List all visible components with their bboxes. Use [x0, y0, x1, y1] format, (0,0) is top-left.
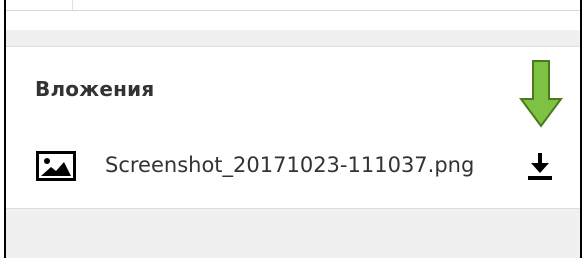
attachment-file-name[interactable]: Screenshot_20171023-111037.png	[105, 153, 474, 177]
bottom-band	[6, 208, 580, 258]
attachment-row[interactable]: Screenshot_20171023-111037.png	[6, 142, 580, 186]
section-separator	[6, 30, 580, 47]
image-icon	[36, 151, 76, 181]
top-strip	[6, 0, 580, 11]
attachments-panel: Вложения Screenshot_20171023-111037.png	[4, 0, 582, 258]
top-divider	[72, 0, 73, 10]
attachments-card: Вложения Screenshot_20171023-111037.png	[6, 47, 580, 208]
attachments-heading: Вложения	[35, 77, 155, 101]
download-icon[interactable]	[525, 150, 555, 182]
green-arrow-down-icon	[519, 60, 563, 128]
